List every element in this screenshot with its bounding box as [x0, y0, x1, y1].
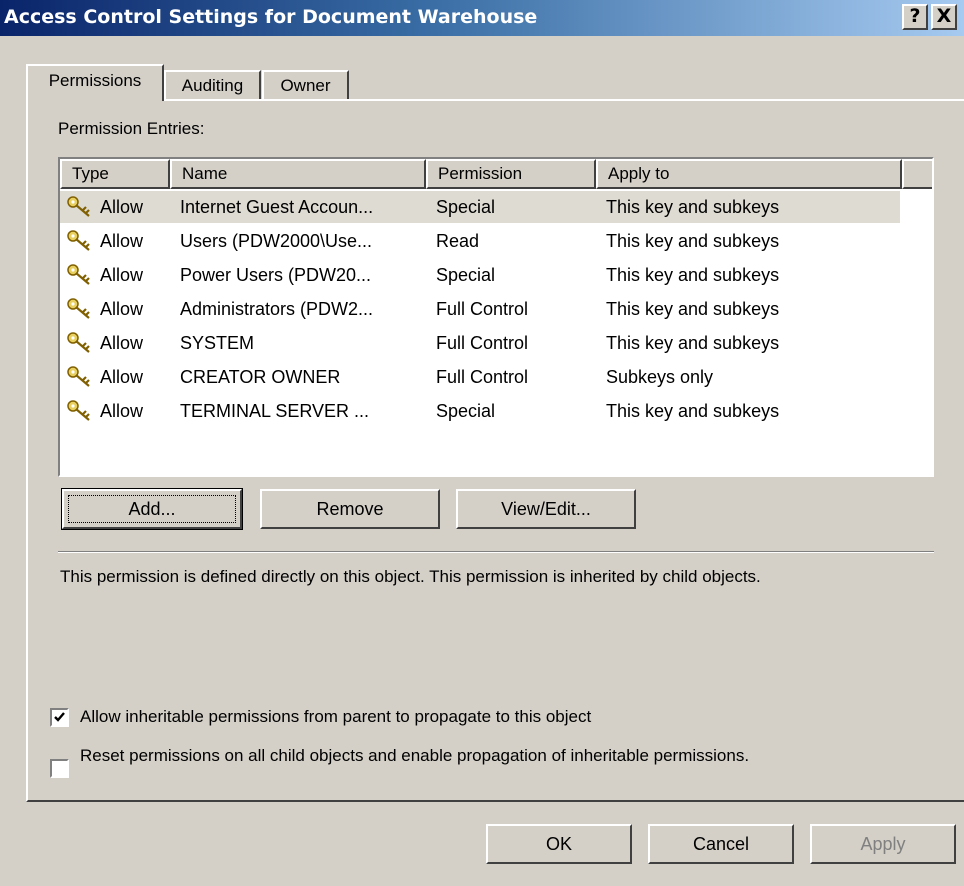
- column-header-type[interactable]: Type: [60, 159, 170, 189]
- cancel-button-label: Cancel: [692, 834, 750, 854]
- cell-name: Users (PDW2000\Use...: [180, 231, 373, 251]
- key-icon: [67, 332, 90, 353]
- cell-apply-to: This key and subkeys: [606, 197, 780, 217]
- cell-name: Administrators (PDW2...: [180, 299, 374, 319]
- cell-permission: Full Control: [436, 299, 529, 319]
- cell-name: Power Users (PDW20...: [180, 265, 372, 285]
- cell-permission: Special: [436, 265, 496, 285]
- reset-permissions-checkbox[interactable]: [50, 759, 69, 778]
- reset-permissions-label[interactable]: Reset permissions on all child objects a…: [80, 744, 800, 767]
- cell-apply-to: This key and subkeys: [606, 231, 780, 251]
- table-row[interactable]: Allow TERMINAL SERVER ... Special This key …: [60, 395, 900, 427]
- key-icon: [67, 230, 90, 251]
- title-bar[interactable]: Access Control Settings for Document War…: [0, 0, 964, 36]
- cell-permission: Full Control: [436, 367, 529, 387]
- allow-inheritable-label[interactable]: Allow inheritable permissions from paren…: [80, 705, 840, 728]
- focus-rectangle: [68, 495, 236, 523]
- tab-auditing[interactable]: Auditing: [164, 70, 261, 100]
- checkmark-icon: [54, 712, 65, 722]
- key-icon: [67, 298, 90, 319]
- key-icon: [67, 400, 90, 421]
- cell-name: TERMINAL SERVER ...: [180, 401, 370, 421]
- table-row[interactable]: Allow Internet Guest Accoun... Special This…: [60, 191, 900, 223]
- cell-type: Allow: [100, 299, 144, 319]
- view-edit-button-label: View/Edit...: [501, 499, 591, 519]
- column-header-apply-to[interactable]: Apply to: [596, 159, 902, 189]
- cell-apply-to: This key and subkeys: [606, 333, 780, 353]
- column-header-name[interactable]: Name: [170, 159, 426, 189]
- cell-apply-to: This key and subkeys: [606, 265, 780, 285]
- cell-permission: Special: [436, 401, 496, 421]
- cell-name: CREATOR OWNER: [180, 367, 341, 387]
- cell-type: Allow: [100, 333, 144, 353]
- cell-type: Allow: [100, 367, 144, 387]
- cell-type: Allow: [100, 401, 144, 421]
- table-row[interactable]: Allow Power Users (PDW20... Special This ke…: [60, 259, 900, 291]
- cell-type: Allow: [100, 197, 144, 217]
- cell-apply-to: Subkeys only: [606, 367, 714, 387]
- cell-type: Allow: [100, 231, 144, 251]
- apply-button[interactable]: Apply: [810, 824, 956, 864]
- apply-button-label: Apply: [860, 834, 906, 854]
- help-button[interactable]: ?: [902, 4, 928, 30]
- ok-button-label: OK: [545, 834, 572, 854]
- column-header-filler: [902, 159, 932, 189]
- key-icon: [67, 366, 90, 387]
- cell-permission: Full Control: [436, 333, 529, 353]
- window-title: Access Control Settings for Document War…: [4, 6, 538, 28]
- table-row[interactable]: Allow SYSTEM Full Control This key and subk…: [60, 327, 900, 359]
- list-header: Type Name Permission Apply to: [60, 159, 932, 189]
- add-button[interactable]: Add...: [61, 488, 243, 530]
- cell-permission: Special: [436, 197, 496, 217]
- column-header-permission[interactable]: Permission: [426, 159, 596, 189]
- ok-button[interactable]: OK: [486, 824, 632, 864]
- cancel-button[interactable]: Cancel: [648, 824, 794, 864]
- cell-apply-to: This key and subkeys: [606, 401, 780, 421]
- key-icon: [67, 264, 90, 285]
- close-button[interactable]: X: [931, 4, 957, 30]
- table-row[interactable]: Allow Users (PDW2000\Use... Read This key a…: [60, 225, 900, 257]
- cell-name: Internet Guest Accoun...: [180, 197, 374, 217]
- remove-button-label: Remove: [316, 499, 384, 519]
- permissions-tab-panel: Permission Entries: Type Name Permission…: [26, 99, 964, 802]
- view-edit-button[interactable]: View/Edit...: [456, 489, 636, 529]
- permission-entries-list[interactable]: Type Name Permission Apply to Allow Inter…: [58, 157, 934, 477]
- remove-button[interactable]: Remove: [260, 489, 440, 529]
- cell-type: Allow: [100, 265, 144, 285]
- table-row[interactable]: Allow Administrators (PDW2... Full Control…: [60, 293, 900, 325]
- permission-description: This permission is defined directly on t…: [60, 567, 761, 586]
- table-row[interactable]: Allow CREATOR OWNER Full Control Subkeys on…: [60, 361, 900, 393]
- permission-entries-label: Permission Entries:: [58, 119, 205, 138]
- allow-inheritable-checkbox[interactable]: [50, 708, 69, 727]
- separator: [58, 551, 934, 553]
- tab-owner[interactable]: Owner: [262, 70, 349, 100]
- cell-name: SYSTEM: [180, 333, 255, 353]
- cell-apply-to: This key and subkeys: [606, 299, 780, 319]
- key-icon: [67, 196, 90, 217]
- tab-permissions[interactable]: Permissions: [26, 64, 164, 101]
- cell-permission: Read: [436, 231, 480, 251]
